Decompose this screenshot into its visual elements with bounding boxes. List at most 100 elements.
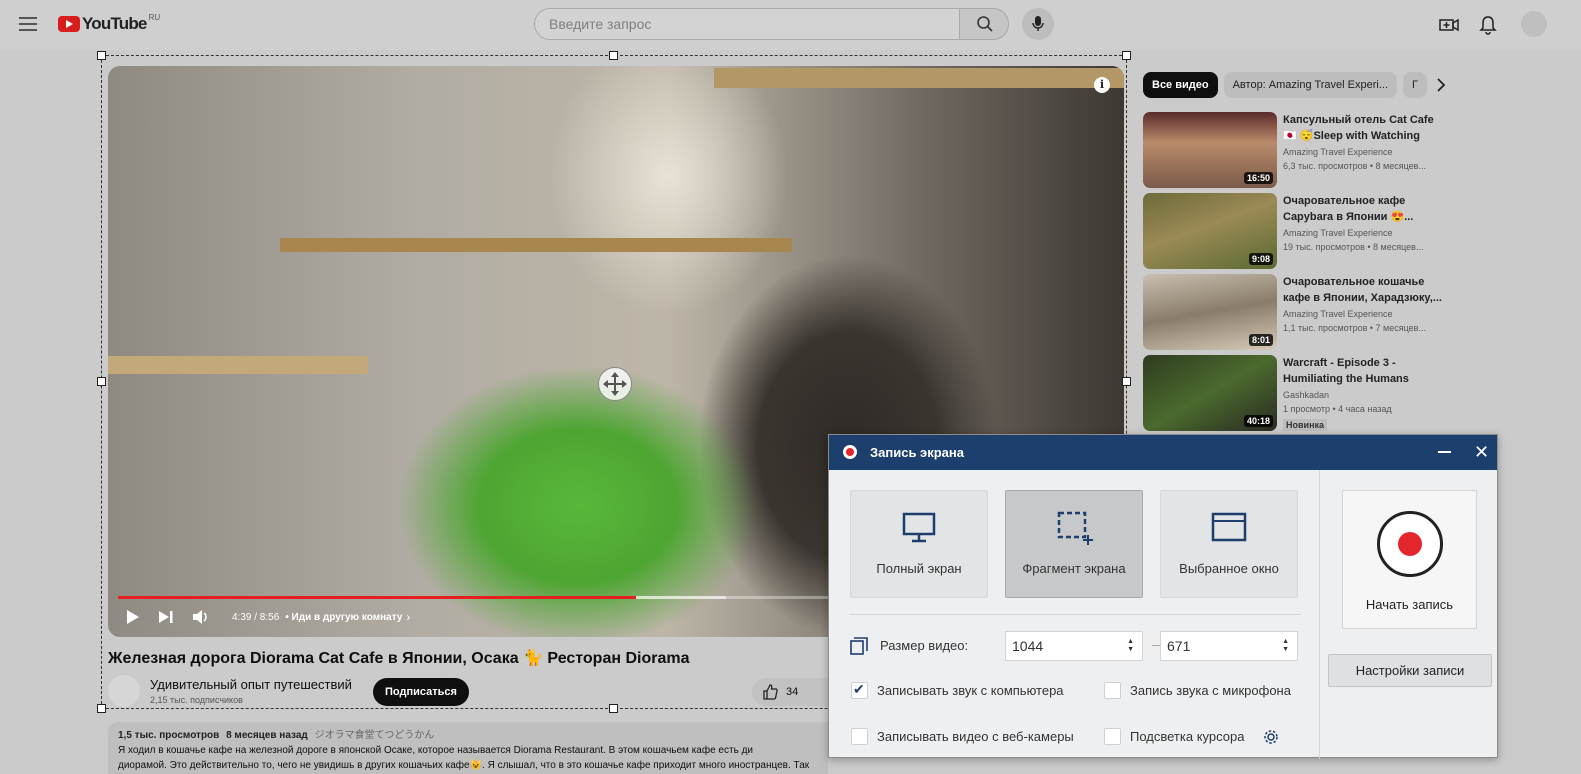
width-value: 1044 [1012,638,1044,654]
recommendation-item[interactable]: 8:01 Очаровательное кошачье кафе в Япони… [1143,274,1443,350]
start-recording-panel[interactable]: Начать запись [1342,490,1477,629]
start-recording-label: Начать запись [1365,597,1454,612]
chevron-right-icon[interactable] [1434,78,1448,92]
minimize-icon[interactable] [1438,451,1451,453]
checkbox-microphone[interactable] [1104,682,1121,699]
youtube-play-icon [58,16,80,32]
record-button-icon[interactable] [1377,511,1443,577]
option-label[interactable]: Подсветка курсора [1130,729,1244,744]
thumbs-up-icon [763,684,778,700]
description-box[interactable]: 1,5 тыс. просмотров 8 месяцев назад ジオラマ… [108,722,828,774]
recommendation-channel[interactable]: Gashkadan [1283,390,1329,400]
account-avatar[interactable] [1521,11,1547,37]
recommendation-item[interactable]: 40:18 Warcraft - Episode 3 - Humiliating… [1143,355,1443,431]
recording-settings-button[interactable]: Настройки записи [1328,654,1492,687]
screen-recorder-window: Запись экрана ✕ Полный экран Фрагмент эк… [828,434,1498,759]
video-thumbnail[interactable]: 16:50 [1143,112,1277,188]
video-size-icon [850,637,868,655]
recommendation-channel[interactable]: Amazing Travel Experience [1283,228,1393,238]
subscriber-count: 2,15 тыс. подписчиков [150,695,243,705]
option-label[interactable]: Записывать видео с веб-камеры [877,729,1074,744]
close-icon[interactable]: ✕ [1474,442,1489,462]
region-select-icon [1057,511,1093,545]
view-count: 1,5 тыс. просмотров [118,730,220,741]
recorder-title-bar[interactable]: Запись экрана ✕ [829,435,1497,470]
recommendation-channel[interactable]: Amazing Travel Experience [1283,309,1393,319]
chip-author[interactable]: Автор: Amazing Travel Experi... [1223,72,1398,98]
search-box [534,8,960,40]
search-button[interactable] [959,8,1009,40]
mode-selected-window[interactable]: Выбранное окно [1160,490,1298,598]
gear-icon[interactable] [1263,729,1279,745]
checkbox-system-audio[interactable] [851,681,868,699]
like-button[interactable]: 34 [752,678,832,706]
description-tags: ジオラマ食堂てつどうかん [314,730,435,741]
search-icon [977,16,993,32]
channel-name[interactable]: Удивительный опыт путешествий [150,677,352,692]
voice-search-button[interactable] [1022,8,1054,40]
recommendation-item[interactable]: 16:50 Капсульный отель Cat Cafe🇯🇵 😴Sleep… [1143,112,1443,188]
spinner-arrows-icon[interactable]: ▲ ▼ [1127,638,1134,654]
recommendation-item[interactable]: 9:08 Очаровательное кафе Capybara в Япон… [1143,193,1443,269]
menu-icon[interactable] [19,17,37,31]
notifications-bell-icon[interactable] [1478,15,1498,35]
mode-label: Выбранное окно [1179,561,1279,576]
chip-all-videos[interactable]: Все видео [1143,72,1218,98]
mode-label: Фрагмент экрана [1022,561,1126,576]
new-badge: Новинка [1283,419,1328,431]
option-label[interactable]: Запись звука с микрофона [1130,683,1291,698]
recommendation-title[interactable]: Капсульный отель Cat Cafe🇯🇵 😴Sleep with … [1283,112,1443,144]
search-input[interactable] [535,9,959,39]
checkbox-cursor-highlight[interactable] [1104,728,1121,745]
move-arrows-icon [603,372,627,396]
description-line-2: диорамой. Это действительно то, чего не … [118,760,810,771]
filter-chips: Все видео Автор: Amazing Travel Experi..… [1143,72,1428,98]
mode-full-screen[interactable]: Полный экран [850,490,988,598]
height-input[interactable]: 671 ▲ ▼ [1160,631,1298,661]
resize-handle-t[interactable] [609,51,618,60]
video-title: Железная дорога Diorama Cat Cafe в Япони… [108,650,690,667]
logo-wordmark: YouTube [82,14,147,33]
option-label[interactable]: Записывать звук с компьютера [877,683,1064,698]
height-value: 671 [1167,638,1191,654]
region-code: RU [148,12,161,22]
video-thumbnail[interactable]: 9:08 [1143,193,1277,269]
resize-handle-bl[interactable] [97,704,106,713]
microphone-icon [1032,16,1044,31]
video-size-label: Размер видео: [880,638,969,653]
recommendation-meta: 6,3 тыс. просмотров • 8 месяцев... [1283,161,1426,171]
mode-label: Полный экран [876,561,962,576]
recommendation-title[interactable]: Warcraft - Episode 3 - Humiliating the H… [1283,355,1443,387]
subscribe-button[interactable]: Подписаться [373,678,469,706]
width-input[interactable]: 1044 ▲ ▼ [1005,631,1143,661]
resize-handle-l[interactable] [97,377,106,386]
resize-handle-tr[interactable] [1122,51,1131,60]
youtube-logo[interactable]: YouTube RU [58,12,161,34]
duration-badge: 16:50 [1243,172,1273,184]
recorder-title: Запись экрана [870,445,964,460]
divider [849,614,1301,615]
resize-handle-r[interactable] [1122,377,1131,386]
recommendation-channel[interactable]: Amazing Travel Experience [1283,147,1393,157]
mode-screen-region[interactable]: Фрагмент экрана [1005,490,1143,598]
move-handle-icon[interactable] [598,367,632,401]
channel-avatar[interactable] [108,675,140,707]
window-icon [1211,512,1247,542]
recommendation-title[interactable]: Очаровательное кафе Capybara в Японии 😍.… [1283,193,1443,225]
video-thumbnail[interactable]: 8:01 [1143,274,1277,350]
duration-badge: 9:08 [1248,253,1273,265]
recommendation-meta: 1 просмотр • 4 часа назад [1283,404,1392,414]
vertical-divider [1319,470,1320,759]
spinner-arrows-icon[interactable]: ▲ ▼ [1282,638,1289,654]
recommendation-title[interactable]: Очаровательное кошачье кафе в Японии, Ха… [1283,274,1443,306]
upload-age: 8 месяцев назад [226,730,308,741]
resize-handle-tl[interactable] [97,51,106,60]
duration-badge: 40:18 [1243,415,1273,427]
video-thumbnail[interactable]: 40:18 [1143,355,1277,431]
record-app-icon [843,445,857,459]
checkbox-webcam[interactable] [851,728,868,745]
resize-handle-b[interactable] [609,704,618,713]
chip-partial[interactable]: Г [1403,72,1428,98]
create-video-icon[interactable] [1439,15,1459,35]
like-count: 34 [786,686,799,698]
